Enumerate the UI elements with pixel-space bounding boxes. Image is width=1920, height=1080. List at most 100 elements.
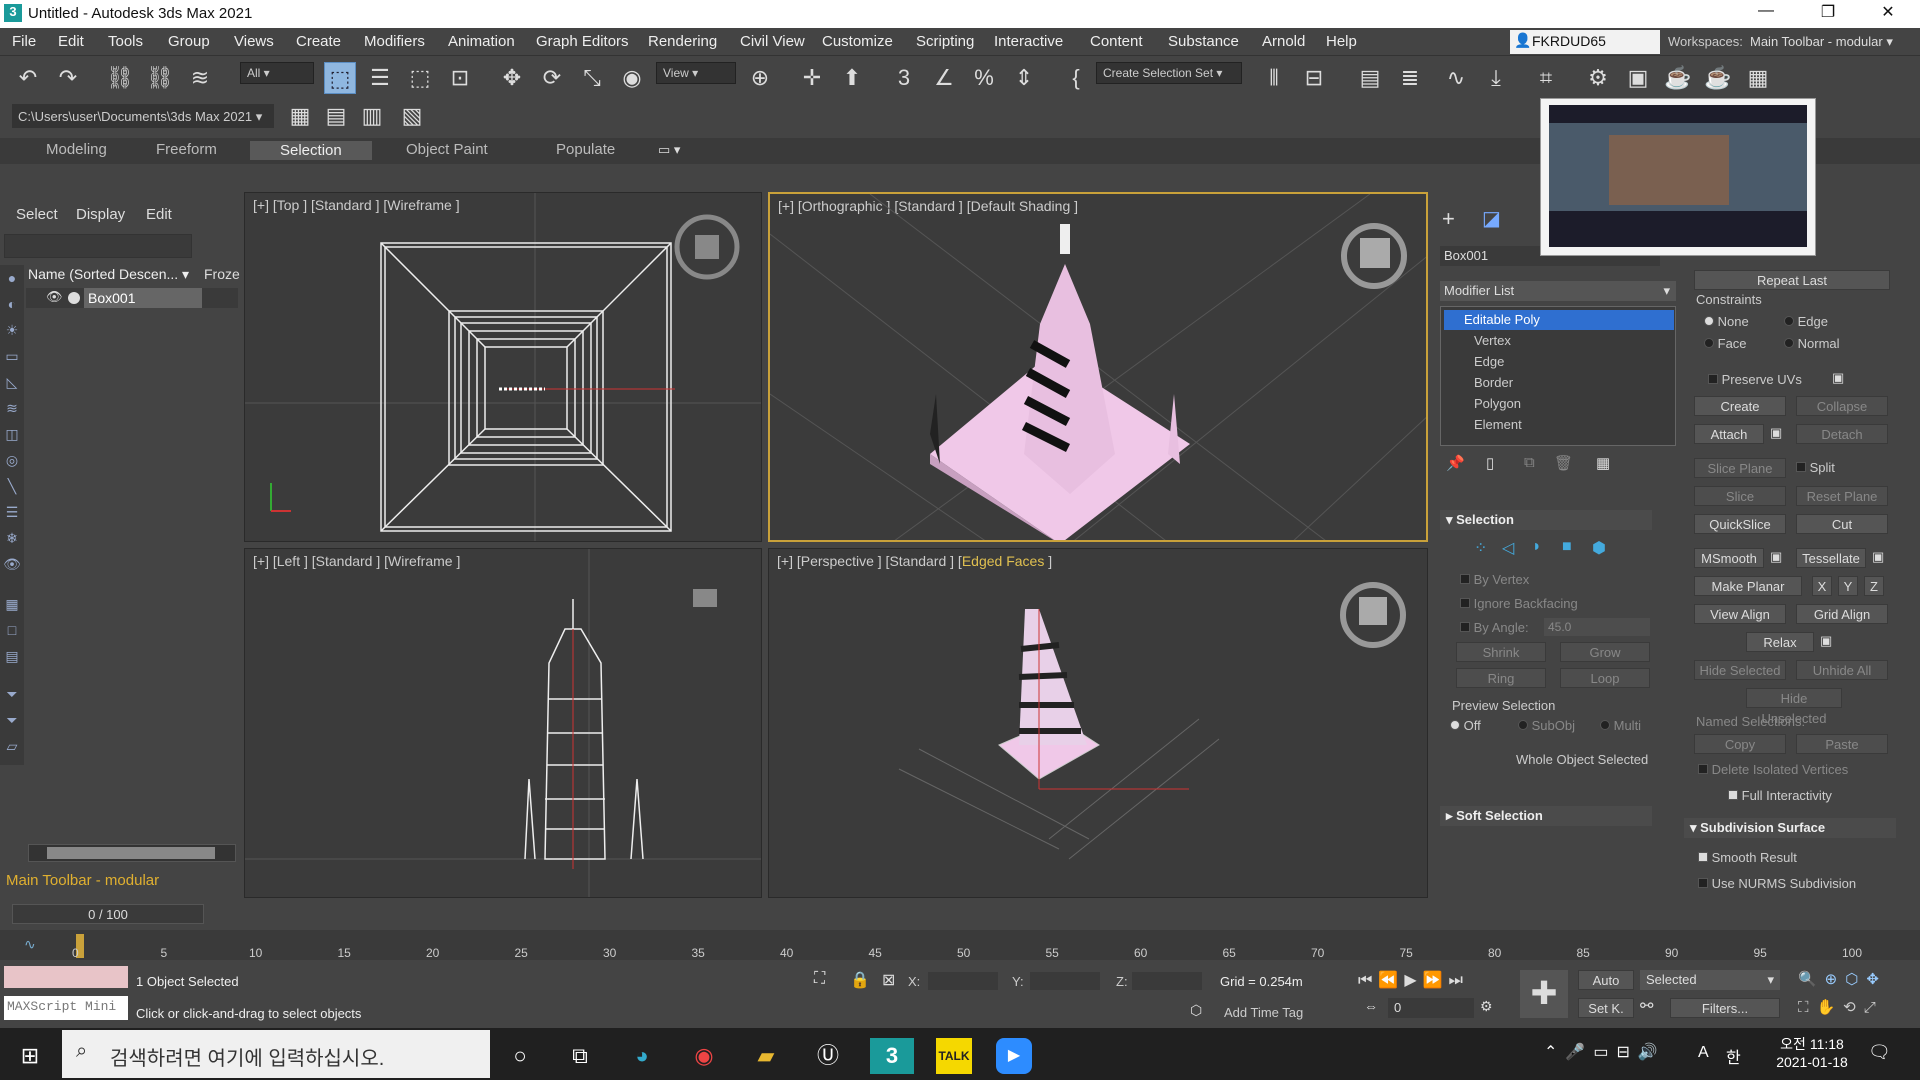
edit-named-selection-icon[interactable]: { [1060, 62, 1092, 94]
notification-icon[interactable]: 🗨 [1868, 1042, 1891, 1063]
paste-button[interactable]: Paste [1796, 734, 1888, 754]
y-coordinate-field[interactable] [1030, 972, 1100, 990]
ribbon-options-icon[interactable]: ▭ ▾ [658, 142, 680, 158]
key-filters-icon[interactable]: ⚯ [1640, 996, 1653, 1016]
copy-button[interactable]: Copy [1694, 734, 1786, 754]
hide-unselected-button[interactable]: Hide Unselected [1746, 688, 1842, 726]
selection-region-icon[interactable]: ⬚ [404, 62, 436, 94]
render-setup-icon[interactable]: ⚙ [1582, 62, 1614, 94]
current-frame-field[interactable]: 0 [1388, 998, 1474, 1018]
mirror-icon[interactable]: ⫴ [1258, 62, 1290, 94]
task-view-icon[interactable]: ⧉ [562, 1038, 598, 1074]
chrome-icon[interactable]: ◉ [686, 1038, 722, 1074]
polygon-mode-icon[interactable]: ■ [1562, 538, 1572, 556]
lights-filter-icon[interactable]: ☀ [2, 322, 22, 342]
taskbar-clock[interactable]: 오전 11:18 2021-01-18 [1772, 1034, 1852, 1070]
preview-off-radio[interactable]: Off [1450, 718, 1481, 733]
schematic-view-icon[interactable]: ⌗ [1530, 62, 1562, 94]
funnel-icon[interactable]: ⏷ [2, 686, 22, 706]
windows-start-icon[interactable]: ⊞ [12, 1038, 48, 1074]
tessellate-settings-icon[interactable]: ▣ [1872, 549, 1884, 565]
viewport-nav-icons-top[interactable]: 🔍⊕⬡✥ [1798, 970, 1887, 988]
menu-file[interactable]: File [12, 33, 36, 50]
selection-filter-dropdown[interactable]: All ▾ [240, 62, 314, 84]
slice-button[interactable]: Slice [1694, 486, 1786, 506]
menu-create[interactable]: Create [296, 33, 341, 50]
stack-editable-poly[interactable]: Editable Poly [1444, 310, 1674, 330]
shrink-button[interactable]: Shrink [1456, 642, 1546, 662]
stack-edge[interactable]: Edge [1474, 354, 1504, 369]
viewport-orthographic[interactable]: [+] [Orthographic ] [Standard ] [Default… [768, 192, 1428, 542]
scene-item-box001[interactable]: Box001 [84, 288, 202, 308]
attach-button[interactable]: Attach [1694, 424, 1764, 444]
relax-button[interactable]: Relax [1746, 632, 1814, 652]
playback-controls[interactable]: ⏮⏪▶⏩⏭ [1358, 970, 1469, 990]
create-tab-icon[interactable]: + [1442, 206, 1455, 232]
filters-button[interactable]: Filters... [1670, 998, 1780, 1018]
invert-filter-icon[interactable]: ▤ [2, 648, 22, 668]
slice-plane-button[interactable]: Slice Plane [1694, 458, 1786, 478]
bones-filter-icon[interactable]: ╲ [2, 478, 22, 498]
3dsmax-taskbar-icon[interactable]: 3 [870, 1038, 914, 1074]
constraint-face-radio[interactable]: Face [1704, 336, 1747, 351]
scene-tab-select[interactable]: Select [16, 206, 58, 223]
menu-edit[interactable]: Edit [58, 33, 84, 50]
collapse-button[interactable]: Collapse [1796, 396, 1888, 416]
column-frozen-header[interactable]: Froze [204, 266, 240, 282]
dope-sheet-icon[interactable]: ⤓ [1480, 62, 1512, 94]
keyboard-shortcut-icon[interactable]: ⬆ [836, 62, 868, 94]
spinner-snap-icon[interactable]: ⇕ [1008, 62, 1040, 94]
all-filter-icon[interactable]: ▦ [2, 596, 22, 616]
menu-scripting[interactable]: Scripting [916, 33, 974, 50]
render-iterative-icon[interactable]: ☕ [1702, 62, 1734, 94]
container-update-icon[interactable]: ▧ [396, 100, 428, 132]
system-tray-icons[interactable]: ⌃🎤▭⊟🔊 [1544, 1042, 1666, 1062]
pivot-center-icon[interactable]: ⊕ [744, 62, 776, 94]
window-crossing-icon[interactable]: ⊡ [444, 62, 476, 94]
by-angle-checkbox[interactable]: By Angle: [1460, 620, 1529, 635]
configure-sets-icon[interactable]: ▦ [1596, 454, 1610, 472]
menu-group[interactable]: Group [168, 33, 210, 50]
by-vertex-checkbox[interactable]: By Vertex [1460, 572, 1529, 587]
isolate-selection-icon[interactable]: ⛶ [814, 970, 825, 988]
ignore-backfacing-checkbox[interactable]: Ignore Backfacing [1460, 596, 1578, 611]
edge-mode-icon[interactable]: ◁ [1502, 538, 1514, 558]
hide-selected-button[interactable]: Hide Selected [1694, 660, 1786, 680]
preserve-uvs-settings-icon[interactable]: ▣ [1832, 370, 1844, 386]
scene-tab-edit[interactable]: Edit [146, 206, 172, 223]
place-icon[interactable]: ◉ [616, 62, 648, 94]
visibility-eye-icon[interactable]: 👁 [46, 289, 63, 305]
z-coordinate-field[interactable] [1132, 972, 1202, 990]
menu-graph-editors[interactable]: Graph Editors [536, 33, 629, 50]
cut-button[interactable]: Cut [1796, 514, 1888, 534]
unreal-engine-icon[interactable]: Ⓤ [810, 1038, 846, 1074]
view-align-button[interactable]: View Align [1694, 604, 1786, 624]
reset-plane-button[interactable]: Reset Plane [1796, 486, 1888, 506]
layer-icon[interactable]: ▱ [2, 738, 22, 758]
maxscript-listener[interactable] [4, 966, 128, 988]
main-toolbar-label[interactable]: Main Toolbar - modular [6, 872, 159, 889]
render-frame-icon[interactable]: ▣ [1622, 62, 1654, 94]
percent-snap-icon[interactable]: % [968, 62, 1000, 94]
container-open-icon[interactable]: ▤ [320, 100, 352, 132]
select-object-icon[interactable]: ⬚ [324, 62, 356, 94]
ring-button[interactable]: Ring [1456, 668, 1546, 688]
remove-modifier-icon[interactable]: 🗑 [1554, 454, 1573, 472]
border-mode-icon[interactable]: ◗ [1532, 538, 1542, 556]
element-mode-icon[interactable]: ⬢ [1592, 538, 1606, 558]
repeat-last-button[interactable]: Repeat Last [1694, 270, 1890, 290]
taskbar-search-box[interactable]: ⌕ 검색하려면 여기에 입력하십시오. [62, 1030, 490, 1078]
viewport-perspective[interactable]: [+] [Perspective ] [Standard ] [Edged Fa… [768, 548, 1428, 898]
viewport-top[interactable]: [+] [Top ] [Standard ] [Wireframe ] [244, 192, 762, 542]
soft-selection-rollout-title[interactable]: ▸ Soft Selection [1446, 808, 1543, 824]
planar-x-button[interactable]: X [1812, 576, 1832, 596]
msmooth-settings-icon[interactable]: ▣ [1770, 549, 1782, 565]
add-time-tag[interactable]: Add Time Tag [1224, 1005, 1303, 1020]
absolute-mode-icon[interactable]: ⊠ [882, 970, 895, 990]
ime-indicator[interactable]: 한 [1726, 1044, 1741, 1068]
render-grid-icon[interactable]: ▦ [1742, 62, 1774, 94]
relax-settings-icon[interactable]: ▣ [1820, 633, 1832, 649]
named-selection-dropdown[interactable]: Create Selection Set ▾ [1096, 62, 1242, 84]
viewport-nav-icons-bottom[interactable]: ⛶✋⟲⤢ [1798, 998, 1884, 1016]
show-end-result-icon[interactable]: ▯ [1486, 454, 1494, 472]
